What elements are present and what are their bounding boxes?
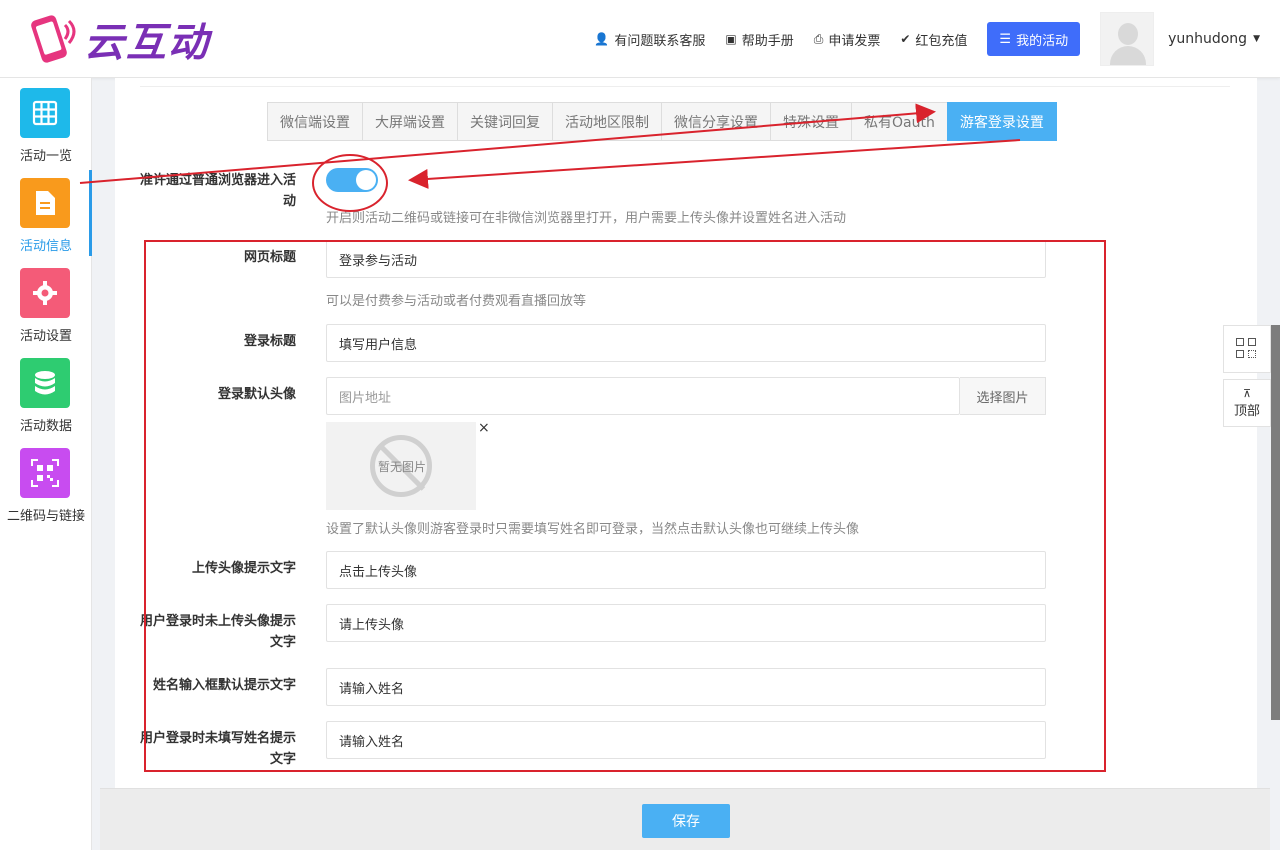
manual-label: 帮助手册 <box>741 33 794 49</box>
allow-browser-label-text: 准许通过普通浏览器进入活动 <box>139 173 296 209</box>
caret-down-icon[interactable]: ▼ <box>1253 34 1260 44</box>
gear-icon <box>20 268 70 318</box>
save-button[interactable]: 保存 <box>642 804 730 838</box>
brand-name: 云互动 <box>84 20 210 66</box>
divider <box>140 86 1230 87</box>
footer-bar: 保存 <box>100 788 1270 850</box>
tab-wechat[interactable]: 微信端设置 <box>267 102 363 141</box>
tab-keyword-reply[interactable]: 关键词回复 <box>457 102 553 141</box>
sidebar-item-qrcode[interactable]: 二维码与链接 <box>0 438 92 528</box>
sidebar-item-activity-info[interactable]: 活动信息 <box>0 168 92 258</box>
floating-panel: ⊼ 顶部 <box>1223 325 1271 427</box>
tab-special[interactable]: 特殊设置 <box>770 102 852 141</box>
tab-big-screen[interactable]: 大屏端设置 <box>362 102 458 141</box>
allow-browser-label: 准许通过普通浏览器进入活动 <box>136 170 296 212</box>
book-icon: ▣ <box>725 32 737 46</box>
scrollbar[interactable] <box>1271 325 1280 720</box>
back-to-top-button[interactable]: ⊼ 顶部 <box>1223 379 1271 427</box>
avatar-head-shape <box>1118 23 1139 45</box>
tab-guest-login[interactable]: 游客登录设置 <box>946 102 1057 141</box>
invoice-link[interactable]: ⎙ 申请发票 <box>814 30 881 49</box>
back-to-top-label: 顶部 <box>1233 403 1260 419</box>
manual-link[interactable]: ▣ 帮助手册 <box>725 30 793 49</box>
sidebar-item-label: 活动数据 <box>19 419 72 434</box>
recharge-link[interactable]: ✔ 红包充值 <box>900 30 967 49</box>
add-user-icon: 👤 <box>594 32 610 46</box>
qrcode-icon <box>20 448 70 498</box>
annotation-highlight-box <box>144 240 1106 772</box>
my-activity-label: 我的活动 <box>1016 33 1069 49</box>
support-link[interactable]: 👤 有问题联系客服 <box>594 30 705 49</box>
tab-region-limit[interactable]: 活动地区限制 <box>552 102 662 141</box>
sidebar-item-label: 二维码与链接 <box>6 509 85 524</box>
list-icon: ☰ <box>999 31 1012 47</box>
annotation-circle <box>312 154 388 212</box>
recharge-label: 红包充值 <box>915 33 968 49</box>
printer-icon: ⎙ <box>813 31 824 46</box>
sidebar-item-label: 活动设置 <box>19 329 72 344</box>
sidebar-item-activity-data[interactable]: 活动数据 <box>0 348 92 438</box>
phone-logo-icon <box>22 11 78 67</box>
tab-private-oauth[interactable]: 私有Oauth <box>851 102 948 141</box>
brand-logo[interactable]: 云互动 <box>22 10 210 68</box>
avatar-body-shape <box>1110 46 1147 65</box>
top-nav: 👤 有问题联系客服 ▣ 帮助手册 ⎙ 申请发票 ✔ 红包充值 ☰ 我的活动 yu… <box>574 12 1260 66</box>
sidebar: 活动一览 活动信息 活动设置 活动数据 二维码与链接 <box>0 78 92 850</box>
top-bar: 云互动 👤 有问题联系客服 ▣ 帮助手册 ⎙ 申请发票 ✔ 红包充值 ☰ 我的活… <box>0 0 1280 78</box>
shield-check-icon: ✔ <box>900 32 911 46</box>
tab-wechat-share[interactable]: 微信分享设置 <box>661 102 771 141</box>
settings-tabs: 微信端设置 大屏端设置 关键词回复 活动地区限制 微信分享设置 特殊设置 私有O… <box>267 102 1057 141</box>
sidebar-item-label: 活动一览 <box>19 149 72 164</box>
sidebar-item-label: 活动信息 <box>19 239 72 254</box>
document-icon <box>20 178 70 228</box>
support-label: 有问题联系客服 <box>614 33 706 49</box>
avatar[interactable] <box>1100 12 1155 66</box>
allow-browser-hint: 开启则活动二维码或链接可在非微信浏览器里打开，用户需要上传头像并设置姓名进入活动 <box>326 211 847 226</box>
grid-icon <box>20 88 70 138</box>
main-panel: 微信端设置 大屏端设置 关键词回复 活动地区限制 微信分享设置 特殊设置 私有O… <box>115 78 1257 850</box>
sidebar-item-activity-settings[interactable]: 活动设置 <box>0 258 92 348</box>
username[interactable]: yunhudong <box>1168 31 1247 47</box>
sidebar-item-overview[interactable]: 活动一览 <box>0 78 92 168</box>
qrcode-small-icon <box>1236 338 1258 360</box>
database-icon <box>20 358 70 408</box>
my-activity-button[interactable]: ☰ 我的活动 <box>987 22 1081 56</box>
invoice-label: 申请发票 <box>828 33 881 49</box>
arrow-up-icon: ⊼ <box>1242 386 1252 400</box>
qrcode-float-button[interactable] <box>1223 325 1271 373</box>
